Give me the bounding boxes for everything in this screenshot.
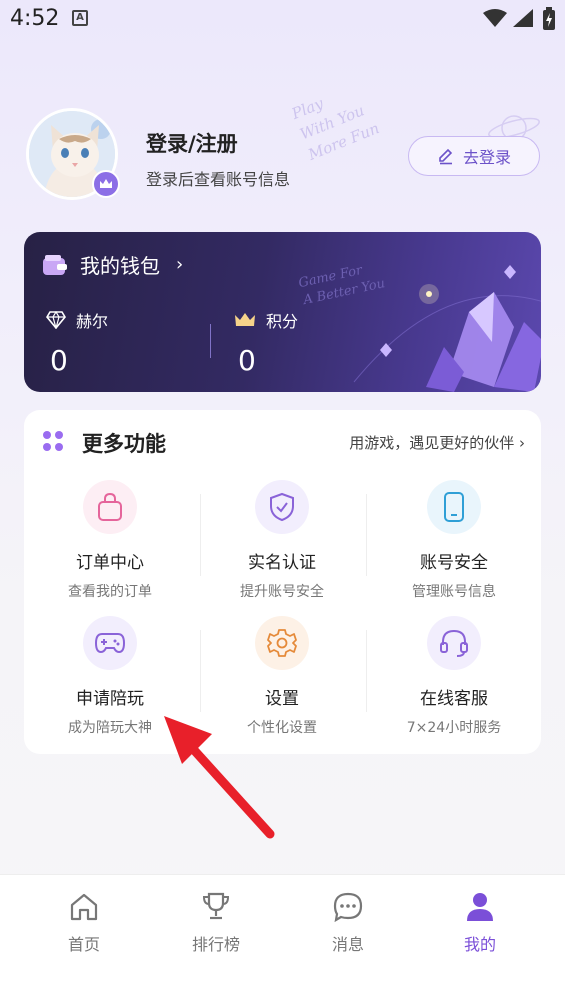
item-label: 实名认证 (248, 553, 316, 573)
item-label: 申请陪玩 (76, 689, 144, 709)
item-label: 设置 (265, 689, 299, 709)
diamond-icon (46, 311, 66, 329)
more-functions-card: 更多功能 用游戏，遇见更好的伙伴 › 订单中心 查看我的订单 实名认证 提升账号… (24, 410, 541, 754)
bottom-tab-bar: 首页 排行榜 消息 我的 (0, 874, 565, 1004)
notification-a-icon: A (72, 10, 88, 26)
wallet-arrow-icon: › (176, 254, 184, 275)
wallet-card[interactable]: Game For A Better You 我的钱包 › 赫尔 0 积分 0 (24, 232, 541, 392)
phone-icon (444, 492, 464, 522)
tab-mine[interactable]: 我的 (430, 891, 530, 955)
real-name-auth-item[interactable]: 实名认证 提升账号安全 (196, 480, 368, 601)
login-subtitle: 登录后查看账号信息 (146, 170, 291, 189)
bag-icon (98, 492, 122, 521)
tab-messages[interactable]: 消息 (298, 891, 398, 955)
item-sub: 提升账号安全 (240, 584, 324, 600)
login-title[interactable]: 登录/注册 (146, 128, 238, 158)
wallet-icon (43, 254, 67, 275)
login-button-label: 去登录 (462, 148, 511, 167)
trophy-icon (202, 892, 230, 920)
tab-label: 消息 (331, 935, 364, 954)
crown-badge-icon (100, 179, 112, 188)
status-bar: 4:52 A (0, 0, 565, 40)
chat-icon (333, 892, 363, 923)
person-icon (467, 893, 493, 921)
wallet-stat-label: 积分 (266, 312, 299, 331)
wallet-stat-value: 0 (50, 344, 68, 377)
battery-icon (543, 7, 555, 30)
account-security-item[interactable]: 账号安全 管理账号信息 (368, 480, 540, 601)
wallet-stat-heer[interactable]: 赫尔 0 (46, 308, 108, 377)
grid-dots-icon (43, 431, 63, 451)
login-button[interactable]: 去登录 (408, 136, 540, 176)
grid-divider (366, 630, 367, 712)
crown-icon (235, 313, 255, 326)
item-label: 在线客服 (420, 689, 488, 709)
item-sub: 查看我的订单 (68, 584, 152, 600)
tab-home[interactable]: 首页 (34, 891, 134, 955)
find-partner-link[interactable]: 用游戏，遇见更好的伙伴 › (349, 432, 525, 453)
item-label: 订单中心 (76, 553, 144, 573)
grid-divider (366, 494, 367, 576)
wifi-icon (483, 9, 507, 27)
gear-icon (267, 629, 297, 657)
wallet-title: 我的钱包 (80, 254, 160, 278)
tab-label: 我的 (463, 935, 496, 954)
home-icon (70, 893, 98, 921)
wallet-stat-label: 赫尔 (76, 312, 109, 331)
shield-icon (270, 492, 294, 522)
wallet-divider (210, 324, 211, 358)
wallet-stat-points[interactable]: 积分 0 (234, 308, 298, 377)
tab-leaderboard[interactable]: 排行榜 (166, 891, 266, 955)
status-time: 4:52 (10, 6, 60, 31)
tab-label: 首页 (67, 935, 100, 954)
online-support-item[interactable]: 在线客服 7×24小时服务 (368, 616, 540, 737)
signal-icon (513, 9, 533, 27)
more-functions-title: 更多功能 (82, 432, 166, 456)
tab-label: 排行榜 (191, 935, 240, 954)
gamepad-icon (94, 633, 126, 654)
avatar-badge (92, 170, 120, 198)
headset-icon (440, 629, 468, 657)
edit-icon (439, 148, 453, 165)
wallet-header[interactable]: 我的钱包 › (42, 250, 183, 279)
order-center-item[interactable]: 订单中心 查看我的订单 (24, 480, 196, 601)
item-sub: 7×24小时服务 (406, 720, 502, 736)
item-sub: 管理账号信息 (412, 584, 496, 600)
wallet-stat-value: 0 (238, 344, 256, 377)
annotation-arrow-icon (164, 716, 275, 839)
item-label: 账号安全 (420, 553, 488, 573)
